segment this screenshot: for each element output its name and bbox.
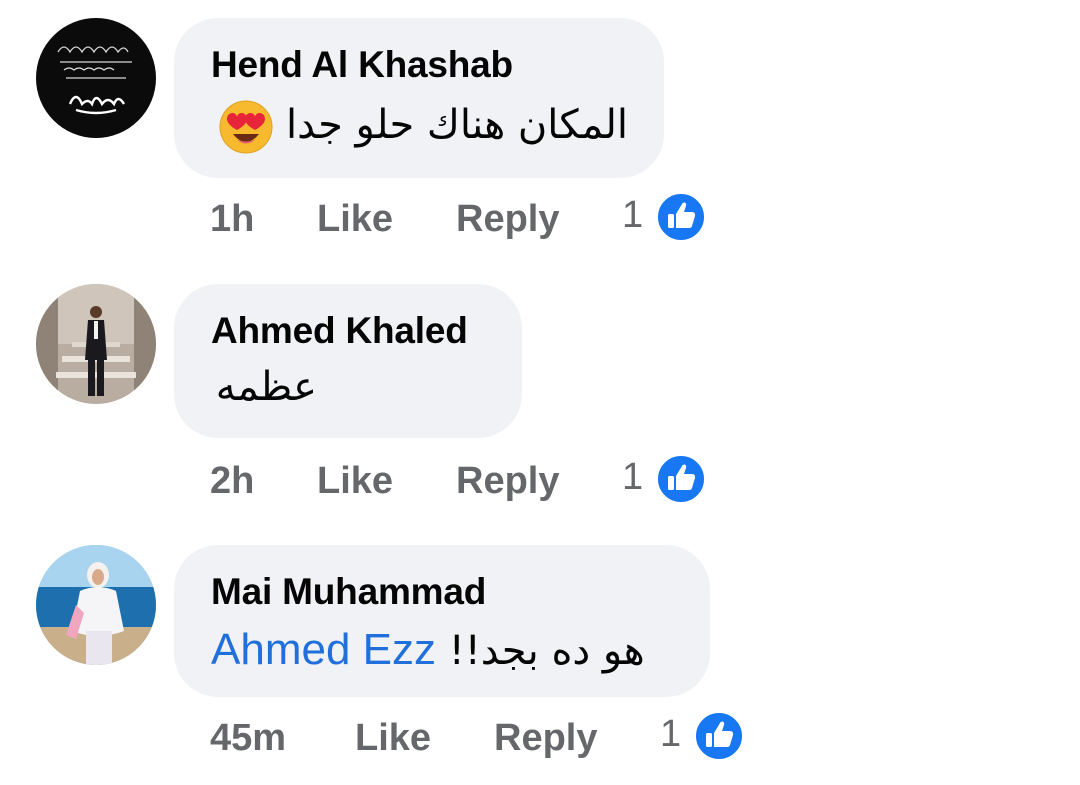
like-icon — [656, 192, 706, 242]
comment-bubble: Hend Al Khashab المكان هناك حلو جدا — [174, 18, 664, 178]
reaction-count: 1 — [622, 456, 644, 498]
mention-link[interactable]: Ahmed Ezz — [211, 625, 436, 674]
comment-timestamp[interactable]: 2h — [210, 460, 254, 503]
comment-text-content: هو ده بجد!! — [448, 628, 645, 674]
comment-author[interactable]: Hend Al Khashab — [211, 44, 513, 86]
avatar[interactable] — [36, 284, 156, 404]
comment-bubble: Mai Muhammad Ahmed Ezz هو ده بجد!! — [174, 545, 710, 697]
comment-timestamp[interactable]: 45m — [210, 717, 286, 760]
like-button[interactable]: Like — [355, 717, 431, 760]
comment-bubble: Ahmed Khaled عظمه — [174, 284, 522, 438]
like-button[interactable]: Like — [317, 198, 393, 241]
comment-text: Ahmed Ezz هو ده بجد!! — [211, 625, 645, 675]
reply-button[interactable]: Reply — [456, 198, 559, 241]
comment-author[interactable]: Mai Muhammad — [211, 571, 486, 613]
reaction-count: 1 — [660, 713, 682, 755]
reply-button[interactable]: Reply — [494, 717, 597, 760]
reaction-count: 1 — [622, 194, 644, 236]
comment-author[interactable]: Ahmed Khaled — [211, 310, 468, 352]
heart-eyes-emoji-icon — [219, 100, 273, 154]
comment-timestamp[interactable]: 1h — [210, 198, 254, 241]
like-button[interactable]: Like — [317, 460, 393, 503]
comment-text: عظمه — [215, 364, 317, 410]
like-icon — [656, 454, 706, 504]
avatar[interactable] — [36, 18, 156, 138]
like-icon — [694, 711, 744, 761]
reply-button[interactable]: Reply — [456, 460, 559, 503]
avatar[interactable] — [36, 545, 156, 665]
comment-text: المكان هناك حلو جدا — [213, 100, 628, 154]
